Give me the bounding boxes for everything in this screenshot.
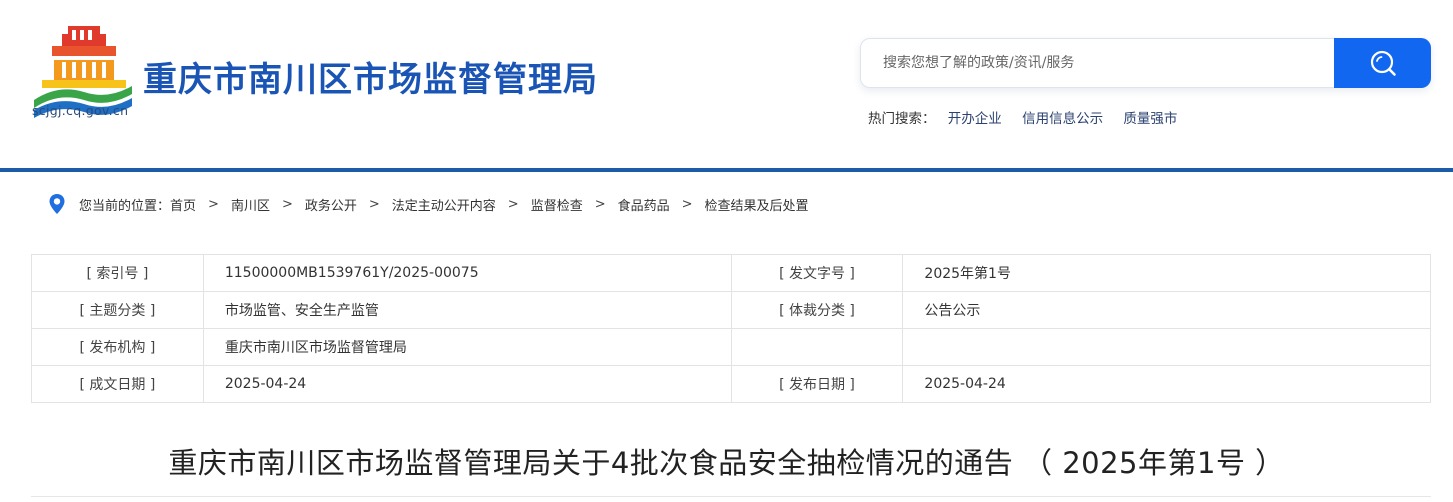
- meta-key-written-date: [ 成文日期 ]: [31, 365, 204, 403]
- title-divider: [31, 496, 1431, 497]
- meta-key-index-number: [ 索引号 ]: [31, 254, 204, 292]
- search-input[interactable]: [861, 39, 1336, 87]
- document-title: 重庆市南川区市场监督管理局关于4批次食品安全抽检情况的通告 （ 2025年第1号…: [168, 446, 1285, 480]
- hot-search-link-credit[interactable]: 信用信息公示: [1022, 111, 1103, 127]
- meta-value-document-number: 2025年第1号: [902, 254, 1431, 292]
- meta-key-genre: [ 体裁分类 ]: [730, 291, 904, 329]
- meta-key-publisher: [ 发布机构 ]: [31, 328, 204, 366]
- meta-value-index-number: 11500000MB1539761Y/2025-00075: [202, 254, 732, 292]
- header-divider: [0, 168, 1453, 172]
- breadcrumb-separator: >: [681, 196, 693, 212]
- meta-value-empty: [902, 328, 1431, 366]
- search-icon: [1370, 50, 1396, 76]
- meta-value-written-date: 2025-04-24: [202, 365, 732, 403]
- search-button[interactable]: [1334, 38, 1431, 88]
- breadcrumb-home[interactable]: 首页: [170, 195, 196, 214]
- meta-value-genre: 公告公示: [902, 291, 1431, 329]
- breadcrumb-gov-affairs[interactable]: 政务公开: [305, 195, 357, 214]
- search-box: [860, 38, 1431, 88]
- meta-value-publisher: 重庆市南川区市场监督管理局: [202, 328, 732, 366]
- location-pin-icon: [49, 194, 65, 214]
- meta-key-topic: [ 主题分类 ]: [31, 291, 204, 329]
- meta-key-publish-date: [ 发布日期 ]: [730, 365, 904, 403]
- breadcrumb-food-drug[interactable]: 食品药品: [618, 195, 670, 214]
- site-header: scjgj.cq.gov.cn 重庆市南川区市场监督管理局 热门搜索： 开办企业…: [0, 0, 1453, 168]
- breadcrumb-statutory-disclosure[interactable]: 法定主动公开内容: [392, 195, 496, 214]
- breadcrumb-supervision[interactable]: 监督检查: [531, 195, 583, 214]
- site-title[interactable]: 重庆市南川区市场监督管理局: [143, 52, 598, 101]
- meta-key-document-number: [ 发文字号 ]: [730, 254, 904, 292]
- table-row: [ 主题分类 ] 市场监管、安全生产监管 [ 体裁分类 ] 公告公示: [31, 291, 1431, 329]
- table-row: [ 发布机构 ] 重庆市南川区市场监督管理局: [31, 328, 1431, 366]
- breadcrumb-nanchuan[interactable]: 南川区: [231, 195, 270, 214]
- document-metadata-table: [ 索引号 ] 11500000MB1539761Y/2025-00075 [ …: [31, 254, 1431, 403]
- breadcrumb-separator: >: [507, 196, 519, 212]
- meta-value-topic: 市场监管、安全生产监管: [202, 291, 732, 329]
- breadcrumb: 您当前的位置： 首页 > 南川区 > 政务公开 > 法定主动公开内容 > 监督检…: [48, 193, 809, 215]
- breadcrumb-separator: >: [368, 196, 380, 212]
- breadcrumb-separator: >: [594, 196, 606, 212]
- meta-value-publish-date: 2025-04-24: [902, 365, 1431, 403]
- breadcrumb-prefix: 您当前的位置：: [79, 198, 171, 214]
- table-row: [ 索引号 ] 11500000MB1539761Y/2025-00075 [ …: [31, 254, 1431, 292]
- table-row: [ 成文日期 ] 2025-04-24 [ 发布日期 ] 2025-04-24: [31, 365, 1431, 403]
- hot-search: 热门搜索： 开办企业 信用信息公示 质量强市: [868, 107, 1193, 127]
- breadcrumb-separator: >: [281, 196, 293, 212]
- breadcrumb-inspection-results[interactable]: 检查结果及后处置: [705, 195, 809, 214]
- hot-search-label: 热门搜索：: [868, 111, 936, 127]
- meta-key-empty: [730, 328, 904, 366]
- hot-search-link-startup[interactable]: 开办企业: [948, 111, 1002, 127]
- hot-search-link-quality[interactable]: 质量强市: [1123, 111, 1177, 127]
- logo-domain: scjgj.cq.gov.cn: [32, 103, 129, 118]
- breadcrumb-separator: >: [208, 196, 219, 212]
